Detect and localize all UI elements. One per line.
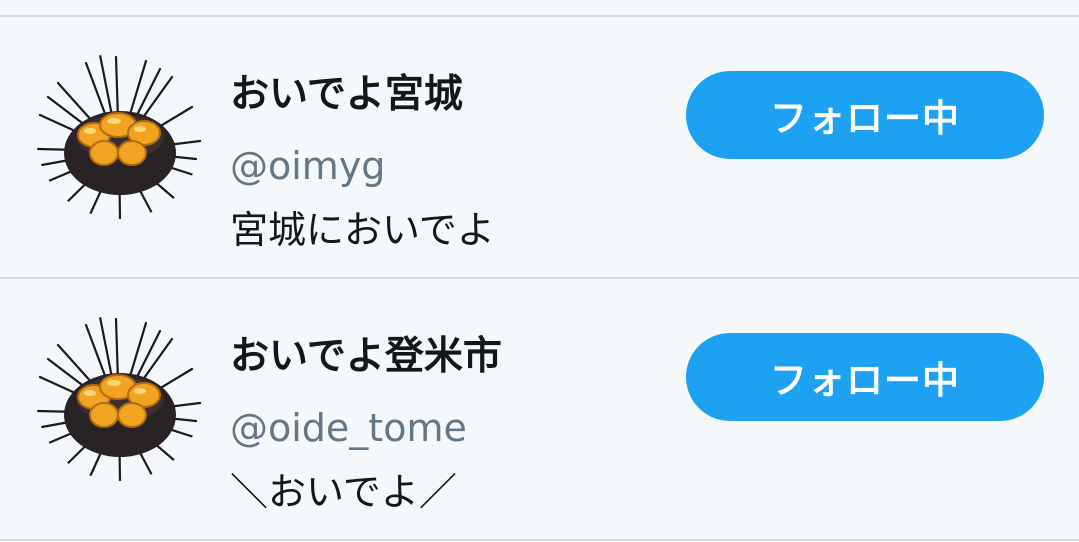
account-name[interactable]: おいでよ宮城 [230, 69, 463, 121]
avatar[interactable] [36, 53, 202, 219]
list-item[interactable]: おいでよ宮城 @oimyg 宮城においでよ フォロー中 [0, 17, 1079, 277]
account-bio: ＼おいでよ／ [230, 470, 457, 514]
account-name[interactable]: おいでよ登米市 [230, 331, 502, 383]
sea-urchin-icon [36, 315, 202, 481]
account-handle[interactable]: @oide_tome [230, 403, 467, 453]
following-button[interactable]: フォロー中 [686, 71, 1044, 159]
list-item[interactable]: おいでよ登米市 @oide_tome ＼おいでよ／ フォロー中 [0, 279, 1079, 539]
sea-urchin-icon [36, 53, 202, 219]
avatar[interactable] [36, 315, 202, 481]
divider [0, 539, 1079, 541]
following-list: おいでよ宮城 @oimyg 宮城においでよ フォロー中 おいでよ登米市 @oid… [0, 0, 1079, 542]
account-bio: 宮城においでよ [230, 208, 495, 252]
account-handle[interactable]: @oimyg [230, 141, 385, 191]
following-button[interactable]: フォロー中 [686, 333, 1044, 421]
